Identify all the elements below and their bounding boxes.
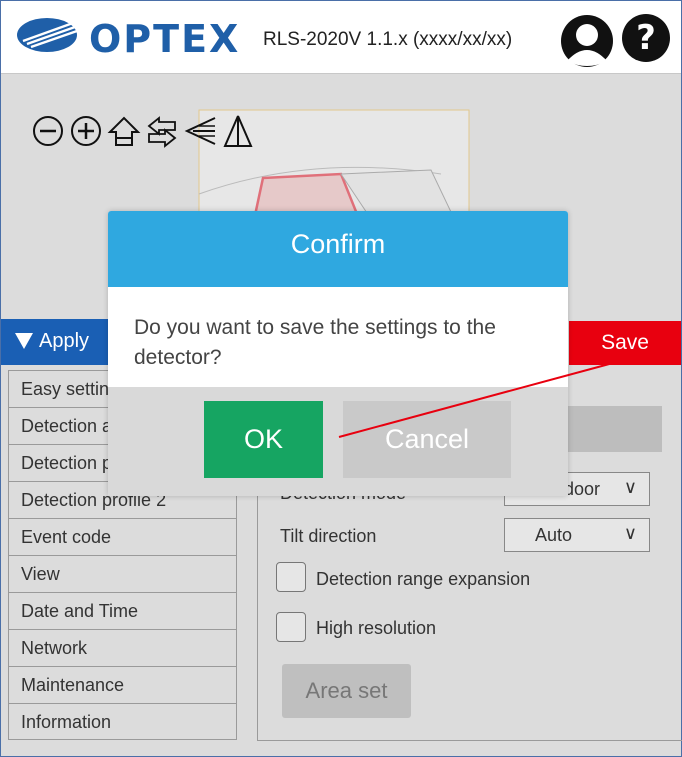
- sidebar-item-event-code[interactable]: Event code: [8, 518, 237, 555]
- optex-logo: OPTEX: [17, 15, 241, 61]
- optex-emblem-icon: [17, 18, 78, 52]
- chevron-down-icon: ∨: [623, 523, 637, 543]
- high-resolution-label: High resolution: [316, 618, 437, 638]
- header-bar: OPTEX RLS-2020V 1.1.x (xxxx/xx/xx) ?: [1, 1, 681, 74]
- confirm-dialog: Confirm Do you want to save the settings…: [108, 211, 568, 496]
- help-icon[interactable]: ?: [621, 13, 671, 63]
- sidebar-item-view[interactable]: View: [8, 555, 237, 592]
- sidebar-item-information[interactable]: Information: [8, 703, 237, 740]
- mirror-icon[interactable]: [221, 114, 255, 148]
- version-label: RLS-2020V 1.1.x (xxxx/xx/xx): [263, 29, 513, 50]
- home-icon[interactable]: [107, 114, 141, 148]
- range-expansion-label: Detection range expansion: [316, 569, 531, 589]
- cancel-button[interactable]: Cancel: [343, 401, 511, 478]
- sidebar-item-network[interactable]: Network: [8, 629, 237, 666]
- dialog-message: Do you want to save the settings to the …: [134, 316, 496, 369]
- dialog-footer: OK Cancel: [108, 387, 568, 496]
- app-window: OPTEX RLS-2020V 1.1.x (xxxx/xx/xx) ? App…: [0, 0, 682, 757]
- zoom-out-icon[interactable]: [31, 114, 65, 148]
- range-expansion-checkbox[interactable]: [276, 562, 306, 592]
- user-icon[interactable]: [559, 13, 615, 69]
- apply-label: Apply: [39, 330, 90, 352]
- zoom-in-icon[interactable]: [69, 114, 103, 148]
- sidebar-item-maintenance[interactable]: Maintenance: [8, 666, 237, 703]
- chevron-down-icon: ∨: [623, 477, 637, 497]
- logo-text: OPTEX: [89, 17, 241, 61]
- swap-arrows-icon[interactable]: [145, 114, 179, 148]
- left-direction-icon[interactable]: [183, 114, 217, 148]
- tilt-direction-label: Tilt direction: [280, 526, 377, 546]
- tilt-direction-select[interactable]: Auto ∨: [504, 518, 650, 552]
- tilt-direction-value: Auto: [535, 525, 573, 545]
- svg-text:?: ?: [636, 18, 656, 58]
- placeholder-block: [564, 406, 662, 452]
- high-resolution-checkbox[interactable]: [276, 612, 306, 642]
- save-button[interactable]: Save: [569, 321, 681, 365]
- dialog-title: Confirm: [108, 211, 568, 287]
- sidebar-item-date-and-time[interactable]: Date and Time: [8, 592, 237, 629]
- ok-button[interactable]: OK: [204, 401, 323, 478]
- area-set-button[interactable]: Area set: [282, 664, 411, 718]
- triangle-down-icon: [15, 333, 33, 349]
